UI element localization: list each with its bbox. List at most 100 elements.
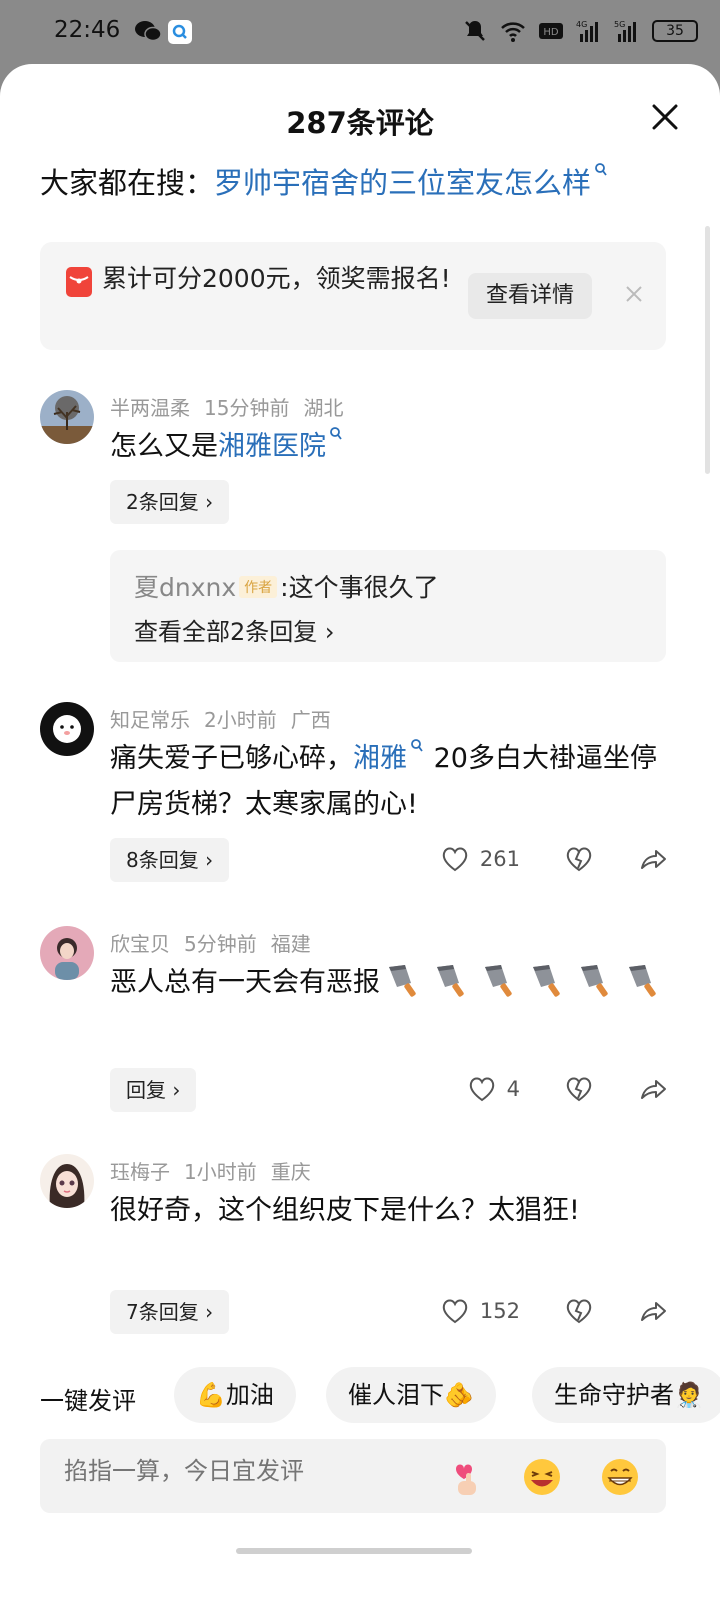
- scrollbar[interactable]: [705, 226, 710, 474]
- svg-text:4G: 4G: [576, 20, 587, 29]
- view-replies-button[interactable]: 2条回复 ›: [110, 480, 230, 524]
- comment-meta: 欣宝贝 5分钟前 福建: [110, 928, 325, 957]
- comment-text: 恶人总有一天会有恶报: [110, 960, 670, 1006]
- comment-actions: 261: [440, 844, 668, 874]
- comment-meta: 知足常乐 2小时前 广西: [110, 704, 345, 733]
- reply-button[interactable]: 回复 ›: [110, 1068, 197, 1112]
- view-replies-label: 7条回复: [126, 1300, 199, 1324]
- chevron-right-icon: ›: [205, 1300, 214, 1324]
- dislike-icon[interactable]: [564, 1296, 594, 1326]
- quick-chip-cheer[interactable]: 💪加油: [174, 1367, 296, 1423]
- home-indicator[interactable]: [236, 1548, 472, 1554]
- comment-username[interactable]: 欣宝贝: [110, 932, 170, 956]
- search-icon: [411, 739, 423, 752]
- chevron-right-icon: ›: [324, 618, 335, 646]
- quick-comment-bar: 一键发评 💪加油 催人泪下🫵 生命守护者🧑‍⚕️: [40, 1367, 720, 1423]
- trending-search-link[interactable]: 罗帅宇宿舍的三位室友怎么样: [214, 166, 591, 200]
- wifi-icon: [501, 22, 525, 42]
- quick-chip-touching[interactable]: 催人泪下🫵: [326, 1367, 496, 1423]
- view-replies-label: 2条回复: [126, 490, 199, 514]
- like-button[interactable]: 4: [467, 1074, 520, 1104]
- comment-username[interactable]: 珏梅子: [110, 1160, 170, 1184]
- cleaver-emoji-icon: [533, 965, 560, 997]
- comment-composer: [40, 1439, 666, 1513]
- comment-sheet: 287条评论 大家都在搜：罗帅宇宿舍的三位室友怎么样 累计可分2000元，领奖需…: [0, 64, 720, 1600]
- chevron-right-icon: ›: [205, 848, 214, 872]
- comment-location: 福建: [270, 932, 311, 956]
- grinning-emoji-icon[interactable]: [600, 1457, 640, 1497]
- avatar[interactable]: [40, 390, 94, 444]
- quick-comment-label: 一键发评: [40, 1387, 136, 1415]
- close-icon[interactable]: [650, 102, 680, 132]
- like-count: 152: [479, 1299, 520, 1323]
- comment-actions: 152: [440, 1296, 668, 1326]
- comment-text-part: 痛失爱子已够心碎，: [110, 743, 353, 774]
- chevron-right-icon: ›: [172, 1078, 181, 1102]
- trending-search-label: 大家都在搜：: [40, 166, 215, 200]
- cleaver-emoji-icon: [437, 965, 464, 997]
- status-time: 22:46: [54, 17, 121, 43]
- mute-icon: [465, 21, 485, 41]
- banner-close-icon[interactable]: [624, 284, 644, 304]
- avatar[interactable]: [40, 702, 94, 756]
- comment-meta: 半两温柔 15分钟前 湖北: [110, 392, 357, 421]
- comment-time: 1小时前: [184, 1160, 257, 1184]
- comment-username[interactable]: 知足常乐: [110, 708, 190, 732]
- signal-4g-icon: 4G: [576, 20, 598, 42]
- comment-text-part: 恶人总有一天会有恶报: [110, 967, 380, 998]
- sheet-title: 287条评论: [286, 106, 434, 140]
- author-badge: 作者: [239, 576, 278, 598]
- like-button[interactable]: 152: [440, 1296, 520, 1326]
- promo-text: 累计可分2000元，领奖需报名!: [102, 264, 451, 293]
- view-replies-button[interactable]: 7条回复 ›: [110, 1290, 230, 1334]
- comment-search-link[interactable]: 湘雅: [353, 743, 407, 774]
- sub-reply-username[interactable]: 夏dnxnx: [134, 573, 236, 602]
- comment-text-part: 怎么又是: [110, 431, 218, 462]
- trending-search: 大家都在搜：罗帅宇宿舍的三位室友怎么样: [40, 160, 609, 202]
- cleaver-emoji-icon: [581, 965, 608, 997]
- like-button[interactable]: 261: [440, 844, 520, 874]
- share-icon[interactable]: [638, 844, 668, 874]
- cleaver-emoji-icon: [485, 965, 512, 997]
- share-icon[interactable]: [638, 1296, 668, 1326]
- comment-username[interactable]: 半两温柔: [110, 396, 190, 420]
- heart-icon: [469, 1077, 494, 1102]
- like-count: 261: [479, 847, 520, 871]
- dislike-icon[interactable]: [564, 1074, 594, 1104]
- cleaver-emoji-icon: [629, 965, 656, 997]
- battery-indicator: 35: [652, 20, 698, 42]
- laughing-emoji-icon[interactable]: [522, 1457, 562, 1497]
- sub-reply-text: :这个事很久了: [280, 573, 439, 602]
- view-replies-label: 8条回复: [126, 848, 199, 872]
- view-replies-button[interactable]: 8条回复 ›: [110, 838, 230, 882]
- like-count: 4: [506, 1077, 520, 1101]
- comment-meta: 珏梅子 1小时前 重庆: [110, 1156, 325, 1185]
- comment-location: 广西: [290, 708, 331, 732]
- avatar[interactable]: [40, 1154, 94, 1208]
- sub-reply-line: 夏dnxnx 作者:这个事很久了: [134, 568, 439, 604]
- heart-icon: [442, 1299, 468, 1324]
- comment-search-link[interactable]: 湘雅医院: [218, 431, 326, 462]
- avatar[interactable]: [40, 926, 94, 980]
- view-details-button[interactable]: 查看详情: [468, 273, 592, 319]
- search-icon: [595, 163, 607, 176]
- dislike-icon[interactable]: [564, 844, 594, 874]
- reply-label: 回复: [126, 1078, 166, 1102]
- sub-reply-box[interactable]: 夏dnxnx 作者:这个事很久了 查看全部2条回复 ›: [110, 550, 666, 662]
- chevron-right-icon: ›: [205, 490, 214, 514]
- comment-time: 15分钟前: [204, 396, 290, 420]
- view-all-replies-link[interactable]: 查看全部2条回复 ›: [134, 612, 335, 647]
- comment-time: 2小时前: [204, 708, 277, 732]
- share-icon[interactable]: [638, 1074, 668, 1104]
- cleaver-emoji-icon: [389, 965, 416, 997]
- quick-chip-life-guardian[interactable]: 生命守护者🧑‍⚕️: [532, 1367, 720, 1423]
- hd-icon: HD: [539, 23, 563, 39]
- comment-location: 湖北: [303, 396, 344, 420]
- svg-text:5G: 5G: [614, 20, 625, 29]
- search-icon: [330, 427, 342, 440]
- comment-input[interactable]: [64, 1457, 424, 1485]
- comment-text: 很好奇，这个组织皮下是什么？太猖狂!: [110, 1195, 580, 1226]
- comment-text: 痛失爱子已够心碎，湘雅 20多白大褂逼坐停尸房货梯？太寒家属的心!: [110, 736, 670, 828]
- wechat-icon: [135, 21, 162, 42]
- finger-heart-emoji-icon[interactable]: [446, 1457, 486, 1497]
